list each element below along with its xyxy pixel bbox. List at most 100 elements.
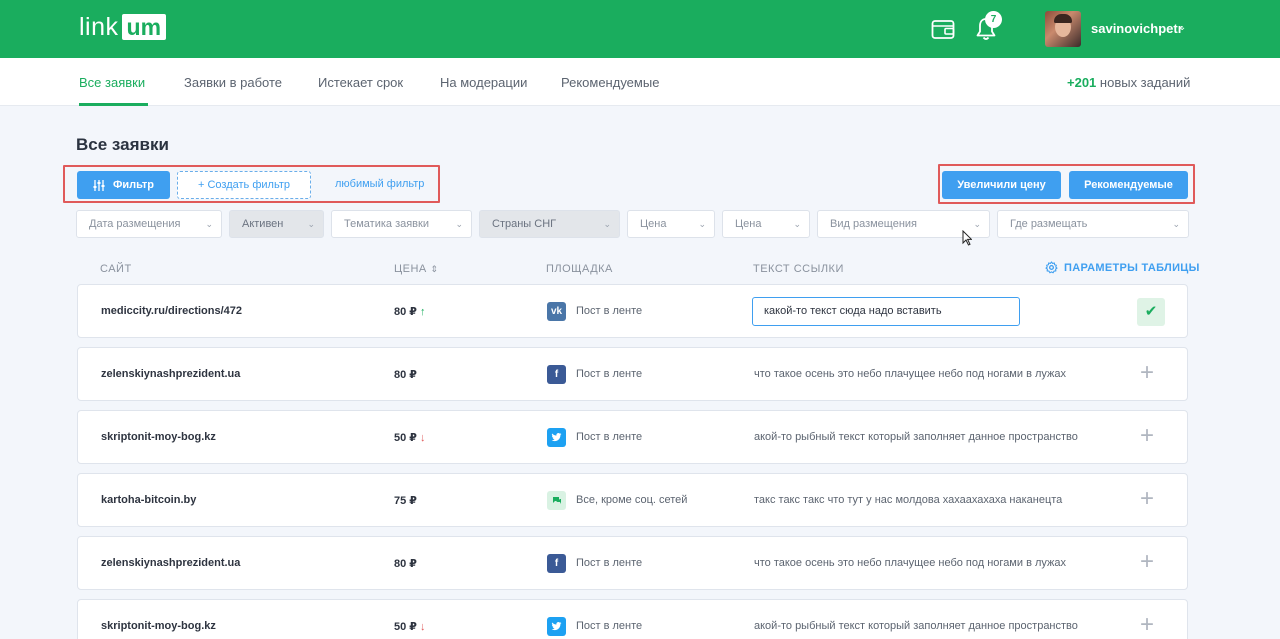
filter-where[interactable]: Где размещать ⌄ bbox=[997, 210, 1189, 238]
row-price-value: 50 ₽ bbox=[394, 621, 417, 633]
row-price: 80 ₽ ↑ bbox=[394, 305, 425, 318]
twitter-icon bbox=[547, 617, 566, 636]
facebook-icon: f bbox=[547, 365, 566, 384]
row-site[interactable]: zelenskiynashprezident.ua bbox=[101, 368, 240, 380]
row-link-text: что такое осень это небо плачущее небо п… bbox=[754, 368, 1066, 380]
create-filter-button[interactable]: + Создать фильтр bbox=[177, 171, 311, 199]
row-price-value: 80 ₽ bbox=[394, 306, 417, 318]
row-link-text: акой-то рыбный текст который заполняет д… bbox=[754, 620, 1078, 632]
mouse-cursor-icon bbox=[962, 230, 972, 246]
row-site[interactable]: mediccity.ru/directions/472 bbox=[101, 305, 242, 317]
wallet-icon[interactable] bbox=[931, 18, 955, 40]
row-platform: Пост в ленте bbox=[576, 557, 643, 569]
new-tasks-label: новых заданий bbox=[1096, 75, 1191, 90]
chevron-down-icon: ⌄ bbox=[793, 219, 801, 229]
chevron-down-icon: ⌄ bbox=[205, 219, 213, 229]
filter-price-from[interactable]: Цена ⌄ bbox=[627, 210, 715, 238]
column-header-price-label: ЦЕНА bbox=[394, 263, 427, 275]
sliders-icon bbox=[93, 179, 105, 191]
row-price-value: 80 ₽ bbox=[394, 558, 417, 570]
vk-icon: vk bbox=[547, 302, 566, 321]
table-row[interactable]: skriptonit-moy-bog.kz 50 ₽ ↓ Пост в ленте… bbox=[77, 410, 1188, 464]
table-row[interactable]: zelenskiynashprezident.ua 80 ₽ f Пост в … bbox=[77, 536, 1188, 590]
filter-countries-label: Страны СНГ bbox=[492, 218, 557, 230]
row-price: 80 ₽ bbox=[394, 368, 417, 381]
row-price-value: 50 ₽ bbox=[394, 432, 417, 444]
add-plus-button[interactable]: + bbox=[1140, 361, 1154, 385]
table-settings-label: ПАРАМЕТРЫ ТАБЛИЦЫ bbox=[1064, 261, 1200, 274]
recommended-button[interactable]: Рекомендуемые bbox=[1069, 171, 1188, 199]
chevron-down-icon: ⌄ bbox=[1172, 219, 1180, 229]
row-platform: Все, кроме соц. сетей bbox=[576, 494, 688, 506]
price-increased-button[interactable]: Увеличили цену bbox=[942, 171, 1061, 199]
top-bar: link um 7 savinovichpetr ⌄ bbox=[0, 0, 1280, 58]
tab-expiring[interactable]: Истекает срок bbox=[318, 75, 403, 90]
filter-countries[interactable]: Страны СНГ ⌄ bbox=[479, 210, 620, 238]
row-price-value: 75 ₽ bbox=[394, 495, 417, 507]
username[interactable]: savinovichpetr bbox=[1091, 21, 1183, 36]
facebook-icon: f bbox=[547, 554, 566, 573]
row-link-text: такс такс такс что тут у нас молдова хах… bbox=[754, 494, 1063, 506]
chevron-down-icon: ⌄ bbox=[698, 219, 706, 229]
row-link-text: что такое осень это небо плачущее небо п… bbox=[754, 557, 1066, 569]
row-price: 50 ₽ ↓ bbox=[394, 431, 425, 444]
new-tasks-counter[interactable]: +201 новых заданий bbox=[1067, 75, 1190, 90]
link-text-input[interactable]: какой-то текст сюда надо вставить bbox=[752, 297, 1020, 326]
chevron-down-icon[interactable]: ⌄ bbox=[1178, 22, 1186, 33]
row-price: 75 ₽ bbox=[394, 494, 417, 507]
filter-topic-label: Тематика заявки bbox=[344, 218, 429, 230]
avatar-hair bbox=[1054, 14, 1072, 23]
filter-button-label: Фильтр bbox=[112, 179, 155, 191]
table-row[interactable]: skriptonit-moy-bog.kz 50 ₽ ↓ Пост в ленте… bbox=[77, 599, 1188, 639]
filter-placement-type-label: Вид размещения bbox=[830, 218, 918, 230]
row-site[interactable]: skriptonit-moy-bog.kz bbox=[101, 431, 216, 443]
row-platform: Пост в ленте bbox=[576, 368, 643, 380]
new-tasks-count: +201 bbox=[1067, 75, 1097, 90]
filter-topic[interactable]: Тематика заявки ⌄ bbox=[331, 210, 472, 238]
chevron-down-icon: ⌄ bbox=[603, 219, 611, 229]
twitter-icon bbox=[547, 428, 566, 447]
column-header-link-text: ТЕКСТ ССЫЛКИ bbox=[753, 263, 844, 275]
favorite-filter-link[interactable]: любимый фильтр bbox=[335, 178, 424, 190]
add-plus-button[interactable]: + bbox=[1140, 424, 1154, 448]
gear-icon bbox=[1045, 261, 1058, 274]
table-settings-button[interactable]: ПАРАМЕТРЫ ТАБЛИЦЫ bbox=[1045, 261, 1200, 274]
notification-badge: 7 bbox=[985, 11, 1002, 28]
filter-date-label: Дата размещения bbox=[89, 218, 181, 230]
row-site[interactable]: kartoha-bitcoin.by bbox=[101, 494, 196, 506]
filter-status-label: Активен bbox=[242, 218, 284, 230]
page-title: Все заявки bbox=[76, 135, 169, 154]
add-plus-button[interactable]: + bbox=[1140, 487, 1154, 511]
add-plus-button[interactable]: + bbox=[1140, 613, 1154, 637]
tab-in-progress[interactable]: Заявки в работе bbox=[184, 75, 282, 90]
arrow-down-icon: ↓ bbox=[419, 621, 426, 633]
tab-recommended[interactable]: Рекомендуемые bbox=[561, 75, 659, 90]
row-site[interactable]: zelenskiynashprezident.ua bbox=[101, 557, 240, 569]
filter-status[interactable]: Активен ⌄ bbox=[229, 210, 324, 238]
row-platform: Пост в ленте bbox=[576, 305, 643, 317]
column-header-platform: ПЛОЩАДКА bbox=[546, 263, 613, 275]
row-site[interactable]: skriptonit-moy-bog.kz bbox=[101, 620, 216, 632]
confirm-check-button[interactable]: ✔ bbox=[1137, 298, 1165, 326]
add-plus-button[interactable]: + bbox=[1140, 550, 1154, 574]
filter-button[interactable]: Фильтр bbox=[77, 171, 170, 199]
sort-icon: ⇕ bbox=[430, 264, 439, 274]
logo[interactable]: link um bbox=[79, 13, 167, 41]
column-header-site: САЙТ bbox=[100, 263, 132, 275]
filter-price-to[interactable]: Цена ⌄ bbox=[722, 210, 810, 238]
tabs-bar: Все заявки Заявки в работе Истекает срок… bbox=[0, 58, 1280, 106]
row-price-value: 80 ₽ bbox=[394, 369, 417, 381]
chevron-down-icon: ⌄ bbox=[973, 219, 981, 229]
table-row[interactable]: kartoha-bitcoin.by 75 ₽ Все, кроме соц. … bbox=[77, 473, 1188, 527]
table-row[interactable]: mediccity.ru/directions/472 80 ₽ ↑ vk Пос… bbox=[77, 284, 1188, 338]
filter-where-label: Где размещать bbox=[1010, 218, 1088, 230]
column-header-price[interactable]: ЦЕНА ⇕ bbox=[394, 263, 438, 275]
avatar[interactable] bbox=[1045, 11, 1081, 47]
filter-date[interactable]: Дата размещения ⌄ bbox=[76, 210, 222, 238]
arrow-up-icon: ↑ bbox=[419, 306, 426, 318]
table-row[interactable]: zelenskiynashprezident.ua 80 ₽ f Пост в … bbox=[77, 347, 1188, 401]
chevron-down-icon: ⌄ bbox=[307, 219, 315, 229]
chevron-down-icon: ⌄ bbox=[455, 219, 463, 229]
tab-moderation[interactable]: На модерации bbox=[440, 75, 527, 90]
tab-all-requests[interactable]: Все заявки bbox=[79, 75, 145, 90]
